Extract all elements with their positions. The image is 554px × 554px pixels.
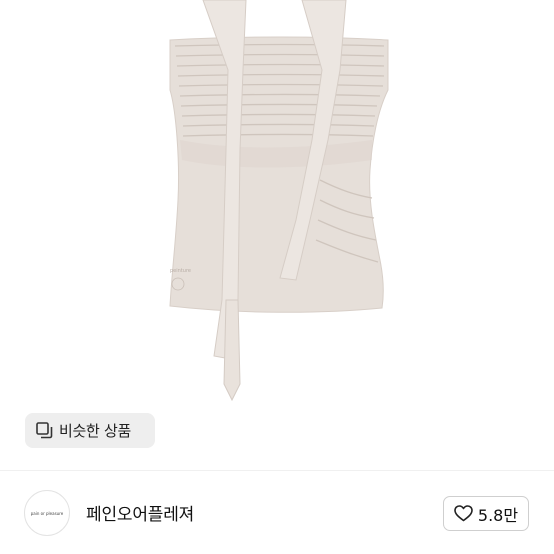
similar-items-label: 비슷한 상품 bbox=[59, 422, 131, 440]
similar-items-button[interactable]: 비슷한 상품 bbox=[25, 413, 155, 448]
store-name[interactable]: 페인오어플레져 bbox=[86, 500, 194, 525]
like-count: 5.8만 bbox=[477, 505, 519, 525]
store-avatar[interactable]: pain or pleasure bbox=[24, 490, 70, 536]
product-image-area[interactable]: peinture 비슷한 상품 bbox=[0, 0, 554, 470]
similar-items-icon bbox=[36, 422, 53, 439]
heart-outline-icon bbox=[454, 505, 473, 522]
store-avatar-text: pain or pleasure bbox=[30, 510, 64, 516]
product-image: peinture bbox=[169, 0, 389, 402]
product-logo-text: peinture bbox=[170, 268, 191, 274]
store-bar: pain or pleasure 페인오어플레져 5.8만 bbox=[0, 471, 554, 554]
like-button[interactable]: 5.8만 bbox=[443, 496, 529, 531]
